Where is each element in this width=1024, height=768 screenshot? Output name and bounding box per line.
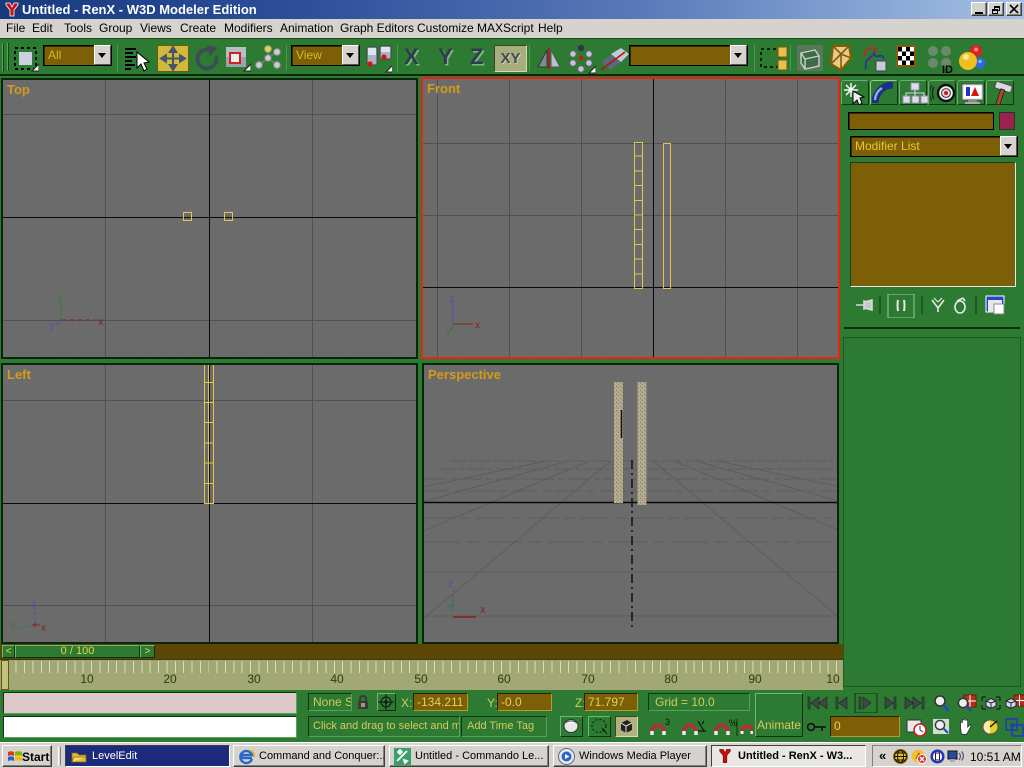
svg-text:z: z [49,322,54,332]
svg-text:ID: ID [942,64,953,73]
svg-text:z: z [31,599,36,610]
svg-text:y: y [11,619,16,630]
svg-text:x: x [480,604,486,616]
svg-text:z: z [449,294,454,305]
svg-text:%: % [729,718,737,728]
svg-text:y: y [446,326,451,337]
svg-text:x: x [98,316,104,328]
svg-text:z: z [448,579,453,590]
svg-text:x: x [475,320,480,331]
svg-text:y: y [57,292,62,303]
svg-text:3: 3 [665,717,670,727]
svg-text:y: y [447,601,452,612]
svg-text:x: x [41,623,46,634]
